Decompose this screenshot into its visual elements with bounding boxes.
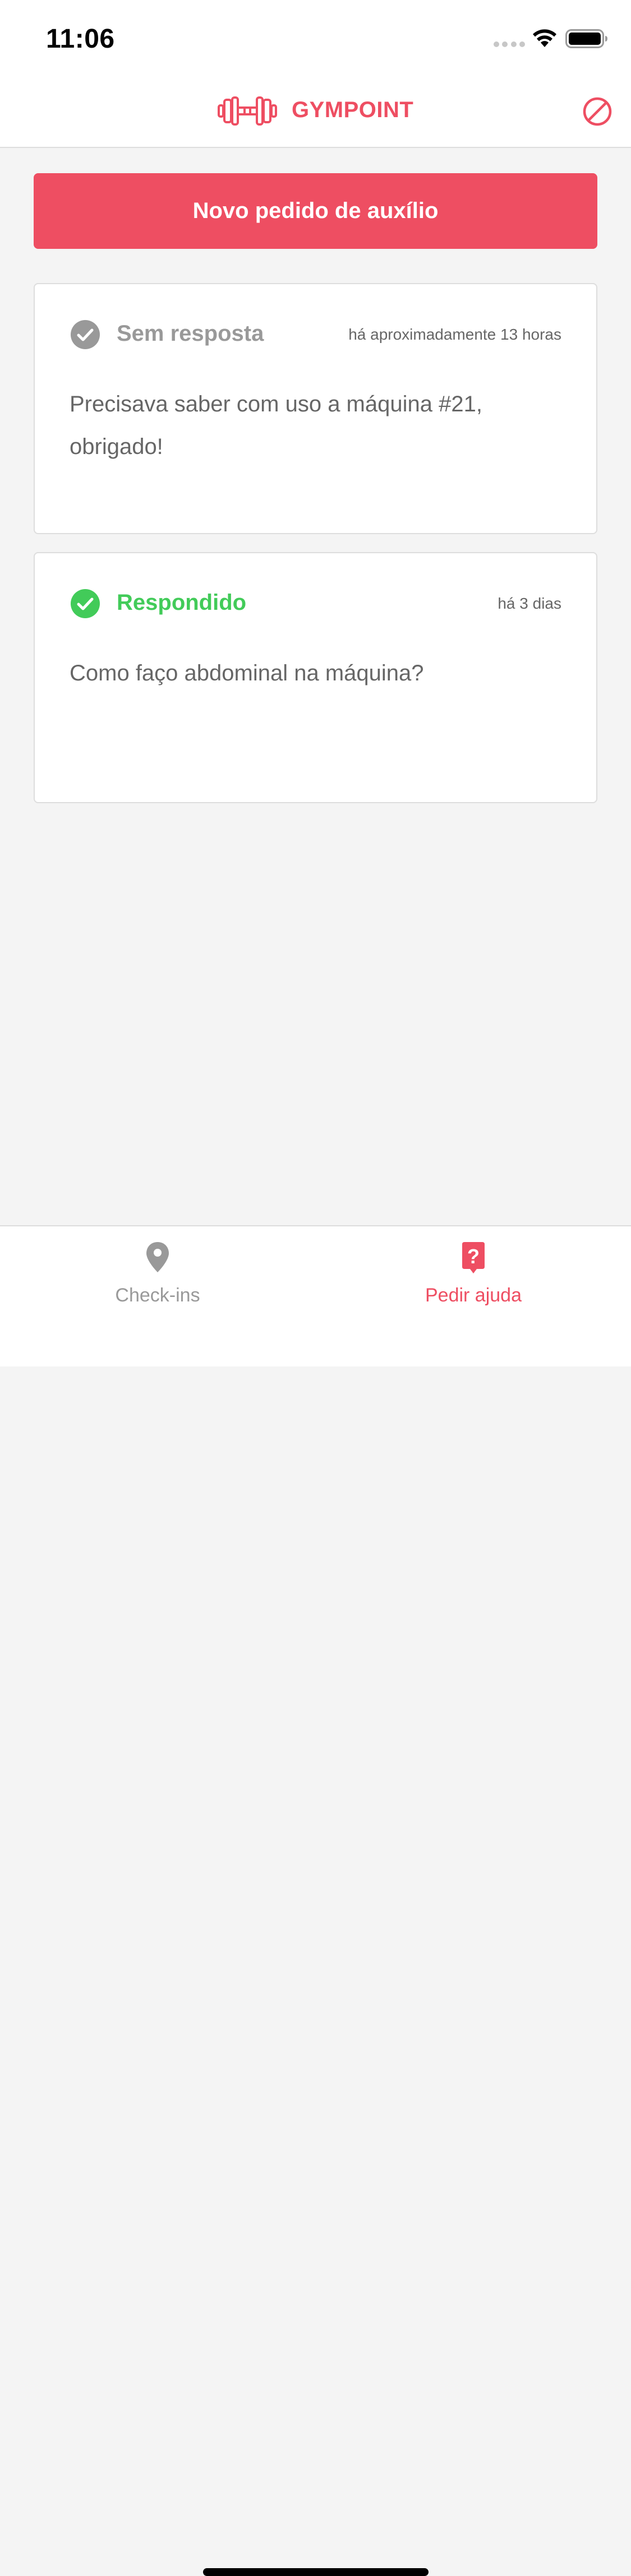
help-bubble-icon: ? — [462, 1242, 485, 1273]
help-orders-screen: 11:06 GYMPOINT Novo pedido de auxílio Se… — [0, 0, 631, 2576]
new-help-request-button[interactable]: Novo pedido de auxílio — [34, 173, 597, 249]
status-bar: 11:06 — [0, 0, 631, 75]
time-label: há aproximadamente 13 horas — [348, 326, 561, 343]
battery-icon — [565, 29, 607, 48]
app-header: GYMPOINT — [0, 75, 631, 148]
logout-button[interactable] — [582, 96, 612, 127]
time-label: há 3 dias — [498, 595, 561, 612]
dumbbell-icon — [218, 96, 277, 126]
wifi-icon — [533, 29, 556, 47]
svg-text:?: ? — [467, 1245, 480, 1268]
check-circle-icon — [71, 320, 100, 349]
help-order-card[interactable]: Respondido há 3 dias Como faço abdominal… — [34, 552, 597, 803]
status-time: 11:06 — [46, 24, 115, 54]
cellular-signal-icon — [494, 41, 525, 47]
status-label: Respondido — [117, 590, 247, 615]
location-pin-icon — [146, 1242, 169, 1272]
tab-label: Check-ins — [115, 1285, 200, 1306]
check-circle-icon — [71, 589, 100, 618]
help-order-card[interactable]: Sem resposta há aproximadamente 13 horas… — [34, 283, 597, 534]
tab-help[interactable]: ? Pedir ajuda — [316, 1226, 631, 1327]
home-indicator — [203, 2568, 429, 2576]
tab-checkins[interactable]: Check-ins — [0, 1226, 315, 1327]
tab-label: Pedir ajuda — [425, 1285, 522, 1306]
brand-name: GYMPOINT — [292, 98, 414, 122]
status-label: Sem resposta — [117, 321, 264, 346]
question-text: Precisava saber com uso a máquina #21, o… — [70, 392, 482, 459]
tab-bar: Check-ins ? Pedir ajuda — [0, 1225, 631, 2576]
question-text: Como faço abdominal na máquina? — [70, 661, 424, 685]
